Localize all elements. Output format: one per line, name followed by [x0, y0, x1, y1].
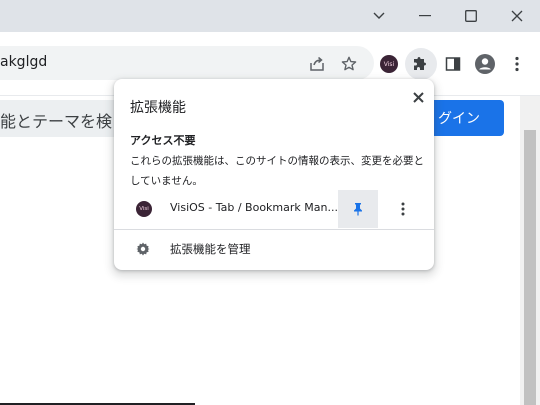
extension-row[interactable]: Visi VisiOS - Tab / Bookmark Man... — [114, 190, 434, 228]
extension-more-button[interactable] — [388, 190, 418, 228]
visios-extension-button[interactable]: Visi — [375, 50, 403, 78]
login-label: グイン — [438, 111, 480, 127]
puzzle-extensions-icon — [414, 57, 426, 70]
section-description: これらの拡張機能は、このサイトの情報の表示、変更を必要としていません。 — [130, 155, 424, 187]
side-panel-icon — [445, 57, 461, 71]
page-search-text: 能とテーマを検 — [0, 112, 113, 131]
bookmark-button[interactable] — [335, 50, 363, 78]
maximize-icon — [465, 10, 477, 22]
popup-title: 拡張機能 — [130, 100, 186, 116]
star-icon — [341, 56, 357, 71]
extensions-popup: 拡張機能 アクセス不要 これらの拡張機能は、このサイトの情報の表示、変更を必要と… — [114, 79, 434, 270]
close-icon — [412, 91, 424, 103]
url-text: akglgd — [0, 54, 48, 70]
gear-icon — [136, 242, 150, 256]
manage-extensions-row[interactable]: 拡張機能を管理 — [114, 230, 434, 268]
visios-extension-icon: Visi — [380, 55, 398, 73]
more-vert-icon — [401, 202, 405, 216]
tab-search-button[interactable] — [356, 0, 402, 32]
profile-icon — [475, 54, 495, 74]
chrome-menu-button[interactable] — [503, 50, 531, 78]
chevron-down-icon — [373, 12, 385, 19]
extension-name: VisiOS - Tab / Bookmark Man... — [170, 201, 338, 214]
side-panel-button[interactable] — [439, 50, 467, 78]
pin-button[interactable] — [338, 190, 378, 228]
maximize-button[interactable] — [448, 0, 494, 32]
page-search-box[interactable]: 能とテーマを検 — [0, 100, 120, 137]
pin-icon — [354, 203, 362, 216]
section-heading: アクセス不要 — [130, 134, 196, 147]
profile-button[interactable] — [471, 50, 499, 78]
close-icon — [511, 10, 523, 22]
close-window-button[interactable] — [494, 0, 540, 32]
manage-extensions-label: 拡張機能を管理 — [170, 242, 251, 256]
page-scrollbar[interactable] — [520, 96, 540, 405]
minimize-button[interactable] — [402, 0, 448, 32]
window-titlebar — [0, 0, 540, 32]
scrollbar-thumb[interactable] — [524, 130, 536, 405]
visios-extension-icon: Visi — [136, 201, 152, 217]
popup-close-button[interactable] — [406, 85, 430, 109]
minimize-icon — [419, 15, 431, 17]
share-button[interactable] — [303, 50, 331, 78]
extensions-button[interactable] — [405, 48, 437, 80]
share-icon — [310, 56, 324, 71]
menu-icon — [515, 56, 519, 72]
